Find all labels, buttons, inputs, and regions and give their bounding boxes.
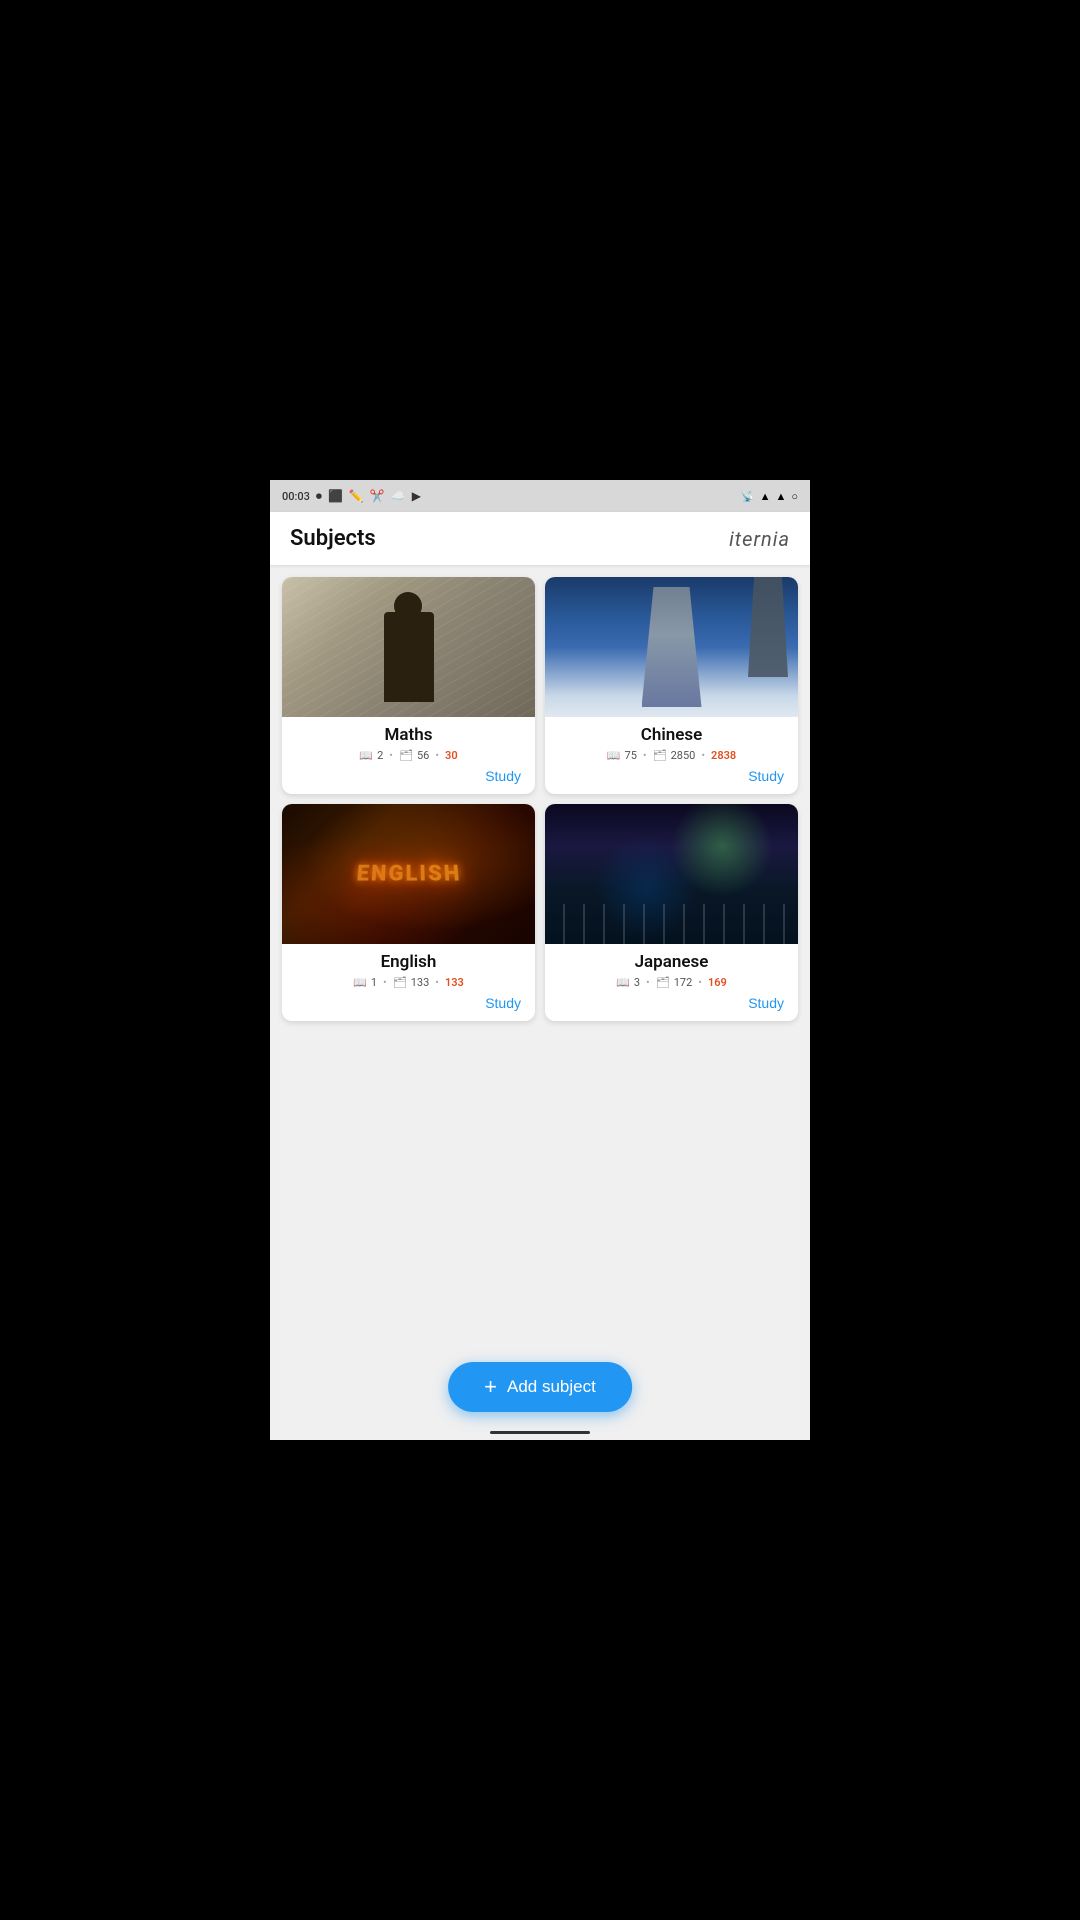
chinese-study-container: Study xyxy=(555,768,788,784)
battery-icon: ○ xyxy=(791,490,798,503)
english-dot2: • xyxy=(435,976,439,989)
english-study-button[interactable]: Study xyxy=(485,995,521,1011)
chinese-lessons-count: 75 xyxy=(625,749,637,762)
card-image-chinese xyxy=(545,577,798,717)
status-right: 📡 ▲ ▲ ○ xyxy=(741,490,798,503)
english-dot1: • xyxy=(383,976,387,989)
maths-stats: 📖 2 • 🗂 56 • 30 xyxy=(292,749,525,762)
maths-dot1: • xyxy=(389,749,393,762)
status-icon-screenshot: ⬛ xyxy=(328,489,343,503)
english-stats: 📖 1 • 🗂 133 • 133 xyxy=(292,976,525,989)
chinese-name: Chinese xyxy=(555,725,788,745)
home-indicator xyxy=(490,1431,590,1434)
chinese-due-count: 2838 xyxy=(711,749,736,762)
english-study-container: Study xyxy=(292,995,525,1011)
maths-cards-count: 56 xyxy=(417,749,429,762)
card-image-japanese xyxy=(545,804,798,944)
card-image-maths xyxy=(282,577,535,717)
maths-dot2: • xyxy=(435,749,439,762)
english-cards-count: 133 xyxy=(411,976,430,989)
maths-cards-icon: 🗂 xyxy=(399,749,413,762)
subject-card-maths: Maths 📖 2 • 🗂 56 • 30 Study xyxy=(282,577,535,794)
cast-icon: 📡 xyxy=(741,490,755,503)
japanese-dot1: • xyxy=(646,976,650,989)
subject-card-english: English 📖 1 • 🗂 133 • 133 Study xyxy=(282,804,535,1021)
status-icon-play: ▶ xyxy=(412,489,421,503)
japanese-lessons-count: 3 xyxy=(634,976,640,989)
japanese-study-button[interactable]: Study xyxy=(748,995,784,1011)
status-time: 00:03 xyxy=(282,490,310,503)
japanese-cards-icon: 🗂 xyxy=(656,976,670,989)
chinese-card-body: Chinese 📖 75 • 🗂 2850 • 2838 Study xyxy=(545,717,798,794)
app-logo: iternia xyxy=(729,527,790,551)
subject-card-japanese: Japanese 📖 3 • 🗂 172 • 169 Study xyxy=(545,804,798,1021)
english-cards-icon: 🗂 xyxy=(393,976,407,989)
maths-name: Maths xyxy=(292,725,525,745)
japanese-card-body: Japanese 📖 3 • 🗂 172 • 169 Study xyxy=(545,944,798,1021)
japanese-due-count: 169 xyxy=(708,976,727,989)
fab-container: + Add subject xyxy=(448,1362,632,1412)
status-icon-cloud: ☁️ xyxy=(391,489,406,503)
chinese-cards-icon: 🗂 xyxy=(653,749,667,762)
fab-plus-icon: + xyxy=(484,1376,497,1398)
status-left: 00:03 ⏺ ⬛ ✏️ ✂️ ☁️ ▶ xyxy=(282,489,421,504)
page-title: Subjects xyxy=(290,526,376,551)
subjects-grid: Maths 📖 2 • 🗂 56 • 30 Study xyxy=(282,577,798,1021)
maths-lessons-icon: 📖 xyxy=(359,749,373,762)
signal-icon: ▲ xyxy=(775,490,786,503)
chinese-stats: 📖 75 • 🗂 2850 • 2838 xyxy=(555,749,788,762)
maths-figure xyxy=(384,612,434,702)
card-image-english xyxy=(282,804,535,944)
header: Subjects iternia xyxy=(270,512,810,565)
main-content: Maths 📖 2 • 🗂 56 • 30 Study xyxy=(270,565,810,1440)
status-icon-record: ⏺ xyxy=(316,489,322,504)
fab-label: Add subject xyxy=(507,1377,596,1397)
maths-card-body: Maths 📖 2 • 🗂 56 • 30 Study xyxy=(282,717,535,794)
maths-study-button[interactable]: Study xyxy=(485,768,521,784)
add-subject-button[interactable]: + Add subject xyxy=(448,1362,632,1412)
wifi-icon: ▲ xyxy=(760,490,771,503)
status-icon-scissors: ✂️ xyxy=(370,489,385,503)
english-due-count: 133 xyxy=(445,976,464,989)
english-name: English xyxy=(292,952,525,972)
english-card-body: English 📖 1 • 🗂 133 • 133 Study xyxy=(282,944,535,1021)
chinese-lessons-icon: 📖 xyxy=(607,749,621,762)
chinese-dot1: • xyxy=(643,749,647,762)
status-bar: 00:03 ⏺ ⬛ ✏️ ✂️ ☁️ ▶ 📡 ▲ ▲ ○ xyxy=(270,480,810,512)
japanese-stats: 📖 3 • 🗂 172 • 169 xyxy=(555,976,788,989)
japanese-cards-count: 172 xyxy=(674,976,693,989)
english-lessons-count: 1 xyxy=(371,976,377,989)
chinese-cards-count: 2850 xyxy=(671,749,696,762)
maths-lessons-count: 2 xyxy=(377,749,383,762)
japanese-dot2: • xyxy=(698,976,702,989)
chinese-dot2: • xyxy=(701,749,705,762)
bottom-space xyxy=(282,1031,798,1111)
status-icon-pen: ✏️ xyxy=(349,489,364,503)
chinese-study-button[interactable]: Study xyxy=(748,768,784,784)
maths-study-container: Study xyxy=(292,768,525,784)
japanese-study-container: Study xyxy=(555,995,788,1011)
subject-card-chinese: Chinese 📖 75 • 🗂 2850 • 2838 Study xyxy=(545,577,798,794)
japanese-lessons-icon: 📖 xyxy=(616,976,630,989)
maths-due-count: 30 xyxy=(445,749,458,762)
japanese-name: Japanese xyxy=(555,952,788,972)
english-lessons-icon: 📖 xyxy=(353,976,367,989)
